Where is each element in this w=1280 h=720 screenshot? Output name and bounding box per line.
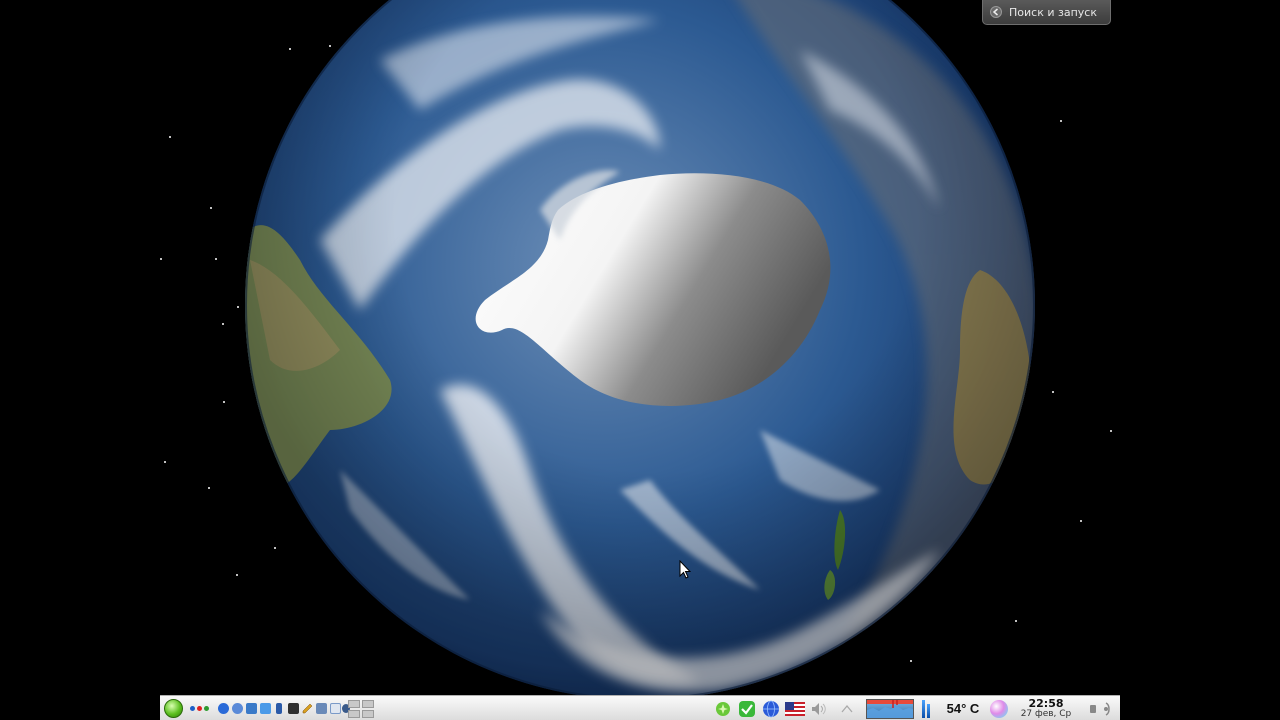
kicker-button[interactable] <box>162 696 184 720</box>
kopete-icon <box>231 703 243 714</box>
star <box>236 574 238 576</box>
swap-bar <box>927 704 930 718</box>
search-and-launch-widget[interactable]: Поиск и запуск <box>982 0 1111 25</box>
quick-launch-document[interactable] <box>328 696 342 720</box>
star <box>208 487 210 489</box>
earth-globe-graphic <box>245 0 1035 700</box>
quick-launch-terminal[interactable] <box>286 696 300 720</box>
tray-volume[interactable] <box>808 696 830 720</box>
quick-launch-network[interactable] <box>244 696 258 720</box>
desktop: Поиск и запуск 54° C 22:58 27 фев, Ср <box>0 0 1280 720</box>
tray-update-notifier[interactable] <box>712 696 734 720</box>
tray-expand[interactable] <box>836 696 858 720</box>
update-notifier-icon <box>716 701 730 716</box>
star <box>1060 120 1062 122</box>
tray-checkmark[interactable] <box>736 696 758 720</box>
volume-icon <box>812 702 826 715</box>
star <box>1052 391 1054 393</box>
checkmark-icon <box>739 700 755 717</box>
arrow-left-icon <box>989 5 1003 19</box>
weather-orb-icon <box>990 699 1008 718</box>
kde-kicker-icon <box>163 699 183 718</box>
search-widget-label: Поиск и запуск <box>1009 5 1097 19</box>
taskbar: 54° C 22:58 27 фев, Ср <box>160 695 1120 720</box>
star <box>164 461 166 463</box>
star <box>1110 430 1112 432</box>
clock[interactable]: 22:58 27 фев, Ср <box>1010 696 1082 720</box>
printer-icon <box>259 703 271 714</box>
quick-launch-kopete[interactable] <box>230 696 244 720</box>
konqueror-icon <box>217 703 229 714</box>
earth-globe <box>240 0 1040 700</box>
tray-keyboard-layout[interactable] <box>784 696 806 720</box>
weather-orb[interactable] <box>988 696 1010 720</box>
star <box>1080 520 1082 522</box>
quick-launch-printer[interactable] <box>258 696 272 720</box>
document-icon <box>329 703 341 714</box>
memory-bars[interactable] <box>918 696 934 720</box>
temperature-readout[interactable]: 54° C <box>940 696 986 720</box>
clock-time: 22:58 <box>1028 697 1064 710</box>
pen-icon <box>302 703 312 714</box>
pager-desktop-3[interactable] <box>348 709 360 718</box>
clock-date: 27 фев, Ср <box>1020 709 1072 719</box>
star <box>237 306 239 308</box>
quick-launch-pen[interactable] <box>300 696 314 720</box>
phone-icon <box>276 703 282 714</box>
mouse-cursor-icon <box>679 559 692 580</box>
terminal-icon <box>287 703 299 714</box>
tray-right-controls[interactable] <box>1084 696 1118 720</box>
app-launcher-dots[interactable] <box>188 696 210 720</box>
star <box>169 136 171 138</box>
calculator-icon <box>315 703 327 714</box>
network-icon <box>245 703 257 714</box>
star <box>223 401 225 403</box>
dot-green <box>203 706 209 711</box>
network-globe-icon <box>763 700 779 717</box>
tray-network[interactable] <box>760 696 782 720</box>
star <box>160 258 162 260</box>
cpu-graph-icon <box>867 700 913 718</box>
chevron-up-icon <box>841 704 853 712</box>
logout-lock-icon <box>1090 701 1110 716</box>
pager-desktop-4[interactable] <box>362 709 374 718</box>
pager-desktop-1[interactable] <box>348 699 360 708</box>
us-flag-icon <box>785 701 805 716</box>
quick-launch-phone[interactable] <box>272 696 286 720</box>
system-monitor-graph[interactable] <box>866 699 914 719</box>
dot-blue <box>189 706 195 711</box>
memory-bar <box>922 700 925 718</box>
quick-launch-konqueror[interactable] <box>216 696 230 720</box>
desktop-pager[interactable] <box>346 696 376 720</box>
quick-launch-calculator[interactable] <box>314 696 328 720</box>
star <box>210 207 212 209</box>
star <box>215 258 217 260</box>
dot-red <box>196 706 202 711</box>
pager-desktop-2[interactable] <box>362 699 374 708</box>
star <box>222 323 224 325</box>
